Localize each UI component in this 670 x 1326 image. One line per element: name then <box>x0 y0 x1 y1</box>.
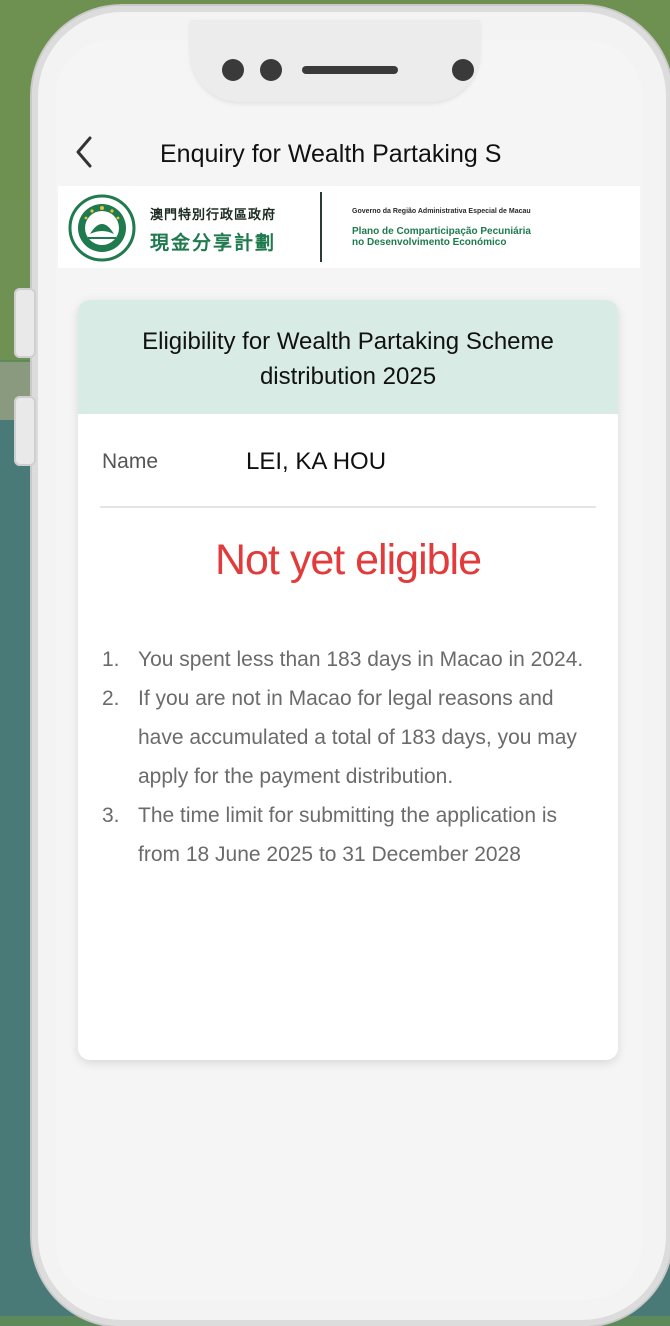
scheme-name-pt-line2: no Desenvolvimento Económico <box>352 237 507 248</box>
note-number: 3. <box>102 804 120 827</box>
card-title: Eligibility for Wealth Partaking Scheme … <box>142 328 554 390</box>
scheme-name-pt: Plano de Comparticipação Pecuniária no D… <box>352 226 531 248</box>
phone-side-button <box>14 396 36 466</box>
banner-divider <box>320 192 322 262</box>
government-name-pt: Governo da Região Administrativa Especia… <box>352 208 531 215</box>
scheme-banner: 澳門特別行政區政府 現金分享計劃 Governo da Região Admin… <box>58 186 640 268</box>
speaker-grille <box>302 66 398 74</box>
note-number: 2. <box>102 687 120 710</box>
card-header: Eligibility for Wealth Partaking Scheme … <box>78 300 618 414</box>
scheme-name-cn: 現金分享計劃 <box>150 233 277 254</box>
list-item: 1. You spent less than 183 days in Macao… <box>102 640 602 679</box>
scheme-name-pt-line1: Plano de Comparticipação Pecuniária <box>352 226 531 237</box>
government-name-cn: 澳門特別行政區政府 <box>150 207 277 222</box>
name-label: Name <box>102 450 159 473</box>
notes-list: 1. You spent less than 183 days in Macao… <box>102 640 602 874</box>
camera-dot <box>452 59 474 81</box>
camera-dot <box>222 59 244 81</box>
note-text: If you are not in Macao for legal reason… <box>138 687 577 788</box>
camera-dot <box>260 59 282 81</box>
note-text: The time limit for submitting the applic… <box>138 804 558 866</box>
note-text: You spent less than 183 days in Macao in… <box>138 648 584 671</box>
list-item: 2. If you are not in Macao for legal rea… <box>102 679 602 796</box>
list-item: 3. The time limit for submitting the app… <box>102 796 602 874</box>
note-number: 1. <box>102 648 120 671</box>
page-title: Enquiry for Wealth Partaking S <box>160 140 502 168</box>
phone-side-button <box>14 288 36 358</box>
eligibility-status: Not yet eligible <box>214 536 482 584</box>
macao-emblem-icon <box>68 194 136 262</box>
name-value: LEI, KA HOU <box>246 448 387 475</box>
eligibility-card: Eligibility for Wealth Partaking Scheme … <box>78 300 618 1060</box>
card-divider <box>100 506 596 508</box>
back-chevron-icon[interactable] <box>72 134 100 170</box>
